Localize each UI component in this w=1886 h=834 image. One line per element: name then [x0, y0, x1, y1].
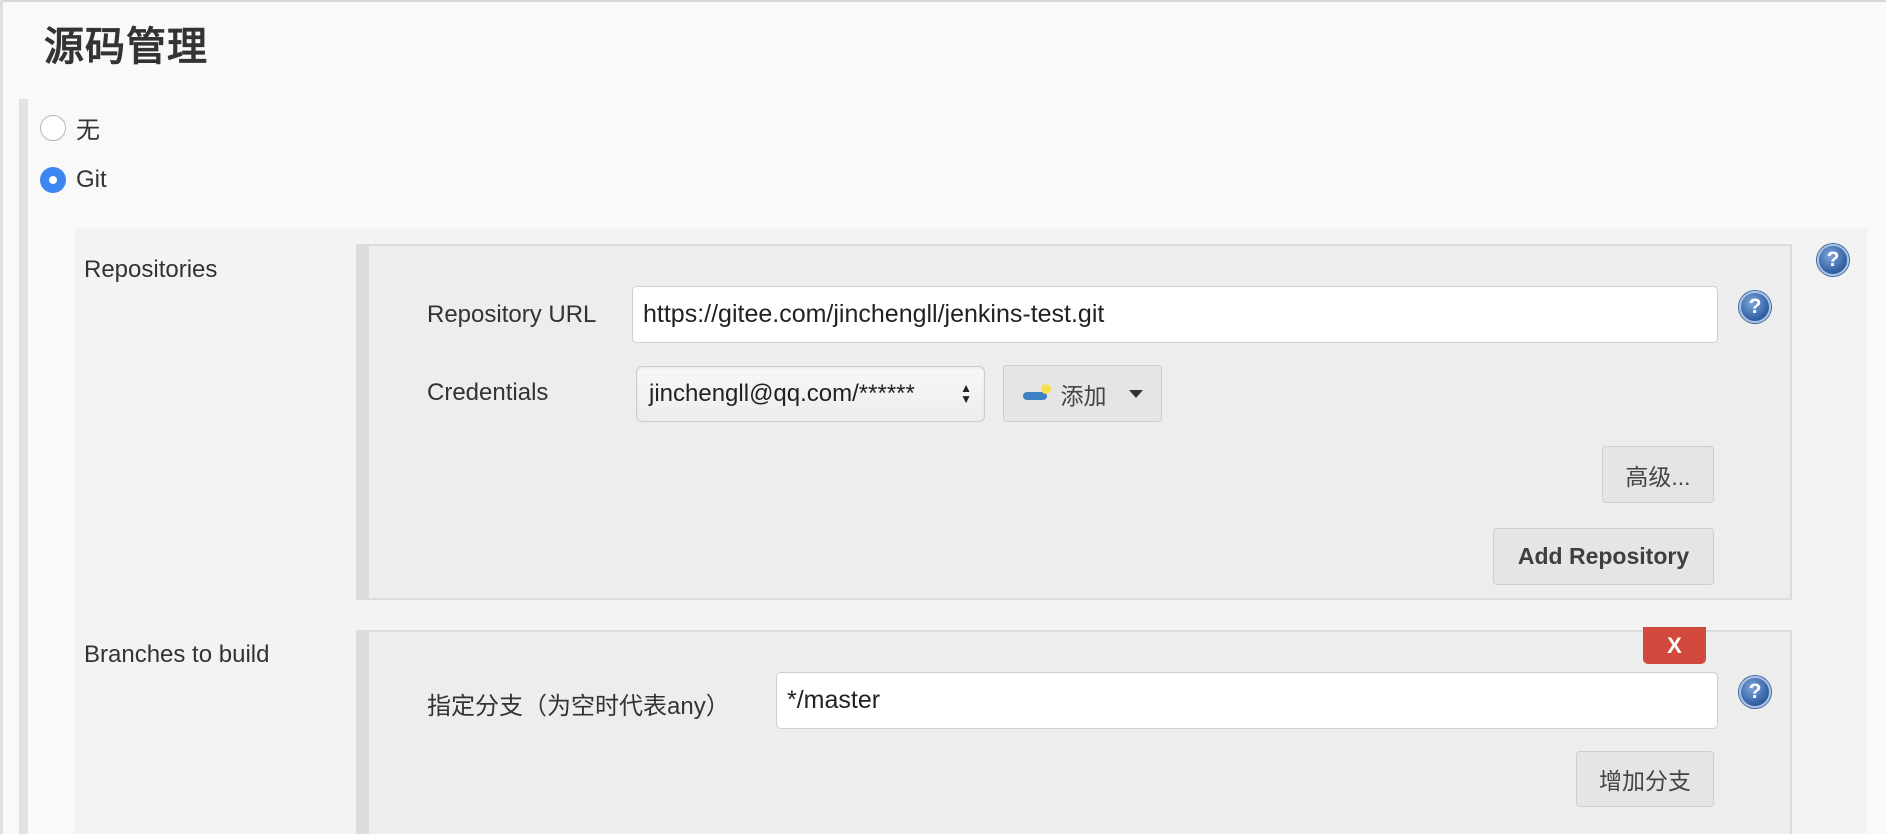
repositories-help-icon[interactable]: ? [1817, 244, 1849, 276]
radio-option-none[interactable]: 无 [40, 110, 100, 145]
branch-specifier-label: 指定分支（为空时代表any） [427, 693, 730, 720]
add-credentials-label: 添加 [1060, 382, 1107, 409]
credentials-select[interactable]: jinchengll@qq.com/****** ▲ ▼ [636, 366, 985, 422]
add-branch-button[interactable]: 增加分支 [1576, 751, 1714, 807]
repository-url-label: Repository URL [427, 301, 597, 328]
left-border [0, 0, 3, 834]
add-credentials-button[interactable]: 添加 [1003, 365, 1162, 422]
select-arrows-icon: ▲ ▼ [960, 381, 972, 406]
radio-option-git[interactable]: Git [40, 166, 107, 194]
advanced-button[interactable]: 高级... [1602, 446, 1714, 503]
credentials-selected-value: jinchengll@qq.com/****** [649, 380, 915, 407]
branch-specifier-help-icon[interactable]: ? [1739, 676, 1771, 708]
section-title: 源码管理 [44, 25, 208, 69]
scm-options-bar [19, 99, 28, 834]
repositories-label: Repositories [84, 256, 218, 283]
key-icon [1022, 383, 1055, 405]
radio-none-label: 无 [76, 117, 100, 144]
branch-specifier-input[interactable]: */master [776, 672, 1718, 729]
radio-git-label: Git [76, 166, 107, 193]
top-border [0, 0, 1886, 2]
credentials-label: Credentials [427, 379, 549, 406]
radio-none[interactable] [40, 114, 66, 141]
delete-branch-button[interactable]: X [1643, 627, 1706, 664]
radio-git[interactable] [40, 167, 66, 193]
dropdown-caret-icon [1128, 389, 1143, 398]
repository-url-input[interactable]: https://gitee.com/jinchengll/jenkins-tes… [632, 286, 1718, 343]
branches-label: Branches to build [84, 641, 270, 668]
add-repository-button[interactable]: Add Repository [1493, 528, 1714, 585]
repository-url-help-icon[interactable]: ? [1739, 291, 1771, 323]
